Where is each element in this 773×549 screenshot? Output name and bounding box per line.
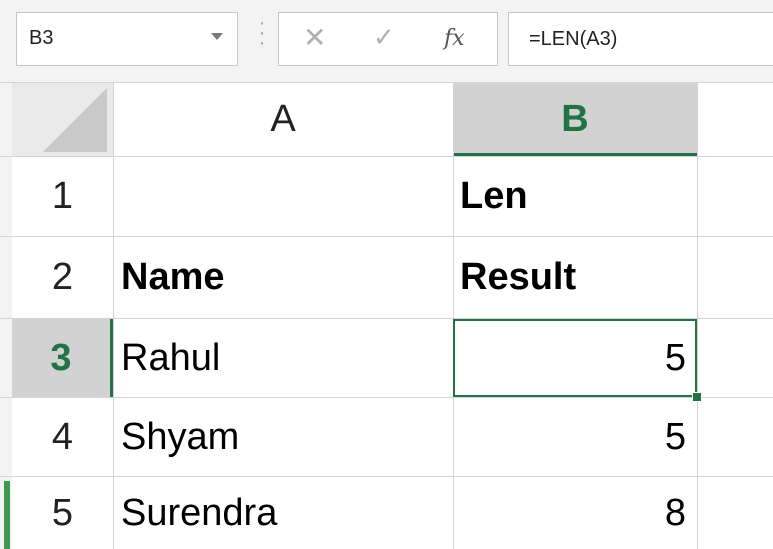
row-header-3[interactable]: 3 (12, 319, 113, 397)
active-cell-outline (453, 319, 697, 397)
formula-buttons: ✕ ✓ fx (278, 12, 498, 66)
cell-a4[interactable]: Shyam (121, 398, 451, 476)
cancel-icon[interactable]: ✕ (303, 23, 326, 53)
gridline (113, 83, 114, 549)
gridline (453, 83, 454, 549)
cell-a3[interactable]: Rahul (121, 319, 451, 397)
cell-b2[interactable]: Result (460, 237, 690, 318)
formula-text[interactable]: =LEN(A3) (529, 28, 617, 51)
insert-function-icon[interactable]: fx (444, 25, 465, 53)
sheet-left-edge (0, 83, 12, 549)
cell-b1[interactable]: Len (460, 157, 690, 236)
name-box[interactable]: B3 (16, 12, 238, 66)
worksheet-grid: A B 1 2 3 4 5 Len Name Result Rahul 5 Sh… (0, 83, 773, 549)
row-header-2[interactable]: 2 (12, 237, 113, 318)
formula-input[interactable]: =LEN(A3) (508, 12, 773, 66)
select-all-triangle-icon (43, 88, 107, 152)
scroll-marker (4, 481, 10, 549)
drag-handle-icon[interactable]: · · · (258, 13, 266, 62)
cell-a2[interactable]: Name (121, 237, 451, 318)
column-header-a[interactable]: A (113, 83, 453, 156)
cell-b5[interactable]: 8 (460, 477, 686, 549)
enter-icon[interactable]: ✓ (373, 23, 395, 53)
fill-handle[interactable] (692, 392, 702, 402)
gridline (697, 83, 698, 549)
name-box-value[interactable]: B3 (29, 27, 53, 50)
row-header-4[interactable]: 4 (12, 398, 113, 476)
chevron-down-icon[interactable] (211, 33, 223, 40)
row-header-5[interactable]: 5 (12, 477, 113, 549)
formula-bar: B3 · · · ✕ ✓ fx =LEN(A3) (0, 0, 773, 83)
column-header-b[interactable]: B (453, 83, 697, 156)
cell-a5[interactable]: Surendra (121, 477, 451, 549)
select-all-button[interactable] (12, 83, 113, 156)
row-header-1[interactable]: 1 (12, 157, 113, 236)
column-header-c[interactable] (697, 83, 773, 156)
cell-b4[interactable]: 5 (460, 398, 686, 476)
cell-a1[interactable] (113, 157, 453, 236)
